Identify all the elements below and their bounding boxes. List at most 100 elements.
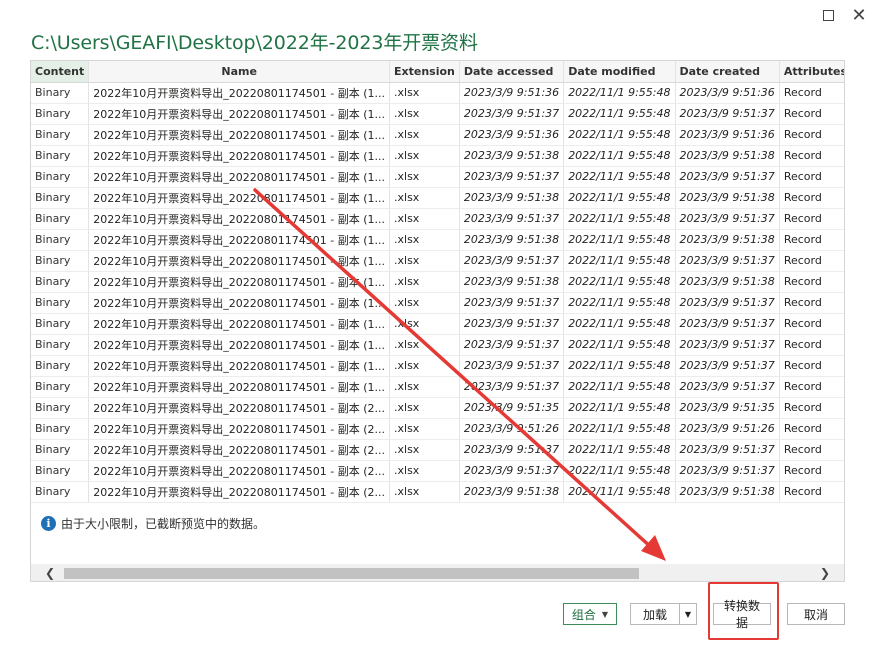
column-header-date-modified[interactable]: Date modified [563, 61, 676, 83]
column-header-extension[interactable]: Extension [389, 61, 460, 83]
content-binary-link[interactable]: Binary [31, 460, 90, 482]
table-cell: 2022/11/1 9:55:48 [563, 103, 676, 125]
table-cell: 2022/11/1 9:55:48 [563, 145, 676, 167]
table-cell: 2022/11/1 9:55:48 [563, 334, 676, 356]
content-binary-link[interactable]: Binary [31, 292, 90, 314]
content-binary-link[interactable]: Binary [31, 124, 90, 146]
table-cell: 2022年10月开票资料导出_20220801174501 - 副本 (2... [88, 481, 390, 503]
column-header-content[interactable]: Content [31, 61, 90, 83]
table-row: Binary 2022年10月开票资料导出_20220801174501 - 副本… [31, 397, 844, 419]
content-binary-link[interactable]: Binary [31, 397, 90, 419]
column-header-date-accessed[interactable]: Date accessed [459, 61, 565, 83]
info-icon: i [41, 516, 56, 531]
table-cell: 2022年10月开票资料导出_20220801174501 - 副本 (2... [88, 418, 390, 440]
table-cell: 2023/3/9 9:51:38 [459, 271, 565, 293]
column-header-name[interactable]: Name [88, 61, 390, 83]
maximize-button[interactable] [817, 4, 839, 26]
content-binary-link[interactable]: Binary [31, 166, 90, 188]
content-binary-link[interactable]: Binary [31, 439, 90, 461]
table-row: Binary 2022年10月开票资料导出_20220801174501 - 副本… [31, 292, 844, 314]
scrollbar-thumb[interactable] [64, 568, 639, 579]
table-cell: .xlsx [389, 208, 460, 230]
close-button[interactable]: ✕ [848, 4, 870, 26]
table-cell: 2022年10月开票资料导出_20220801174501 - 副本 (1... [88, 376, 390, 398]
table-cell: 2022年10月开票资料导出_20220801174501 - 副本 (2... [88, 439, 390, 461]
table-cell: 2023/3/9 9:51:38 [459, 229, 565, 251]
content-binary-link[interactable]: Binary [31, 187, 90, 209]
table-cell: 2022/11/1 9:55:48 [563, 271, 676, 293]
close-icon: ✕ [851, 4, 867, 26]
combine-dropdown-button[interactable]: 组合 ▼ [563, 603, 617, 625]
table-cell: 2023/3/9 9:51:38 [675, 229, 780, 251]
table-cell: 2023/3/9 9:51:38 [675, 271, 780, 293]
table-header-row: Content Name Extension Date accessed Date mo… [31, 61, 844, 83]
horizontal-scrollbar[interactable]: ❮ ❯ [31, 564, 844, 581]
transform-data-button[interactable]: 转换数据 [713, 599, 771, 630]
table-cell: Record [779, 271, 844, 293]
chevron-right-icon[interactable]: ❯ [816, 564, 834, 581]
content-binary-link[interactable]: Binary [31, 334, 90, 356]
table-row: Binary 2022年10月开票资料导出_20220801174501 - 副本… [31, 481, 844, 503]
table-cell: 2023/3/9 9:51:37 [459, 166, 565, 188]
cancel-button[interactable]: 取消 [787, 603, 845, 625]
table-cell: .xlsx [389, 334, 460, 356]
preview-table-container: Content Name Extension Date accessed Date mo… [30, 60, 845, 582]
chevron-down-icon: ▼ [684, 609, 692, 619]
preview-table: Content Name Extension Date accessed Date mo… [31, 61, 844, 503]
content-binary-link[interactable]: Binary [31, 82, 90, 104]
table-row: Binary 2022年10月开票资料导出_20220801174501 - 副本… [31, 271, 844, 293]
table-cell: 2023/3/9 9:51:37 [675, 208, 780, 230]
table-cell: 2022/11/1 9:55:48 [563, 124, 676, 146]
table-cell: 2022/11/1 9:55:48 [563, 460, 676, 482]
table-cell: .xlsx [389, 376, 460, 398]
table-cell: 2022年10月开票资料导出_20220801174501 - 副本 (1... [88, 103, 390, 125]
table-row: Binary 2022年10月开票资料导出_20220801174501 - 副本… [31, 418, 844, 440]
table-cell: 2022/11/1 9:55:48 [563, 481, 676, 503]
table-cell: Record [779, 439, 844, 461]
column-header-date-created[interactable]: Date created [675, 61, 780, 83]
table-row: Binary 2022年10月开票资料导出_20220801174501 - 副本… [31, 250, 844, 272]
content-binary-link[interactable]: Binary [31, 271, 90, 293]
chevron-left-icon[interactable]: ❮ [41, 564, 59, 581]
content-binary-link[interactable]: Binary [31, 355, 90, 377]
table-cell: 2022/11/1 9:55:48 [563, 397, 676, 419]
table-cell: 2023/3/9 9:51:35 [459, 397, 565, 419]
table-cell: .xlsx [389, 250, 460, 272]
table-cell: 2023/3/9 9:51:37 [675, 292, 780, 314]
table-cell: 2023/3/9 9:51:37 [675, 376, 780, 398]
table-cell: Record [779, 187, 844, 209]
table-cell: Record [779, 145, 844, 167]
table-cell: .xlsx [389, 460, 460, 482]
table-cell: Record [779, 376, 844, 398]
table-cell: 2023/3/9 9:51:37 [675, 334, 780, 356]
content-binary-link[interactable]: Binary [31, 229, 90, 251]
column-header-attributes[interactable]: Attributes [779, 61, 844, 83]
table-cell: 2023/3/9 9:51:37 [459, 292, 565, 314]
load-button[interactable]: 加载 [630, 603, 680, 625]
content-binary-link[interactable]: Binary [31, 376, 90, 398]
table-cell: 2023/3/9 9:51:37 [459, 439, 565, 461]
content-binary-link[interactable]: Binary [31, 250, 90, 272]
table-cell: .xlsx [389, 124, 460, 146]
table-cell: 2022/11/1 9:55:48 [563, 418, 676, 440]
table-cell: 2022年10月开票资料导出_20220801174501 - 副本 (1... [88, 208, 390, 230]
content-binary-link[interactable]: Binary [31, 208, 90, 230]
load-dropdown-button[interactable]: ▼ [679, 603, 697, 625]
content-binary-link[interactable]: Binary [31, 145, 90, 167]
table-cell: .xlsx [389, 481, 460, 503]
content-binary-link[interactable]: Binary [31, 313, 90, 335]
table-row: Binary 2022年10月开票资料导出_20220801174501 - 副本… [31, 103, 844, 125]
table-cell: .xlsx [389, 292, 460, 314]
table-cell: 2023/3/9 9:51:36 [459, 124, 565, 146]
table-cell: Record [779, 481, 844, 503]
table-cell: 2023/3/9 9:51:37 [459, 208, 565, 230]
content-binary-link[interactable]: Binary [31, 418, 90, 440]
table-cell: Record [779, 250, 844, 272]
content-binary-link[interactable]: Binary [31, 103, 90, 125]
table-cell: 2023/3/9 9:51:37 [675, 460, 780, 482]
table-row: Binary 2022年10月开票资料导出_20220801174501 - 副本… [31, 439, 844, 461]
table-cell: 2023/3/9 9:51:37 [675, 313, 780, 335]
combine-label: 组合 [571, 607, 596, 622]
content-binary-link[interactable]: Binary [31, 481, 90, 503]
table-cell: 2022/11/1 9:55:48 [563, 292, 676, 314]
